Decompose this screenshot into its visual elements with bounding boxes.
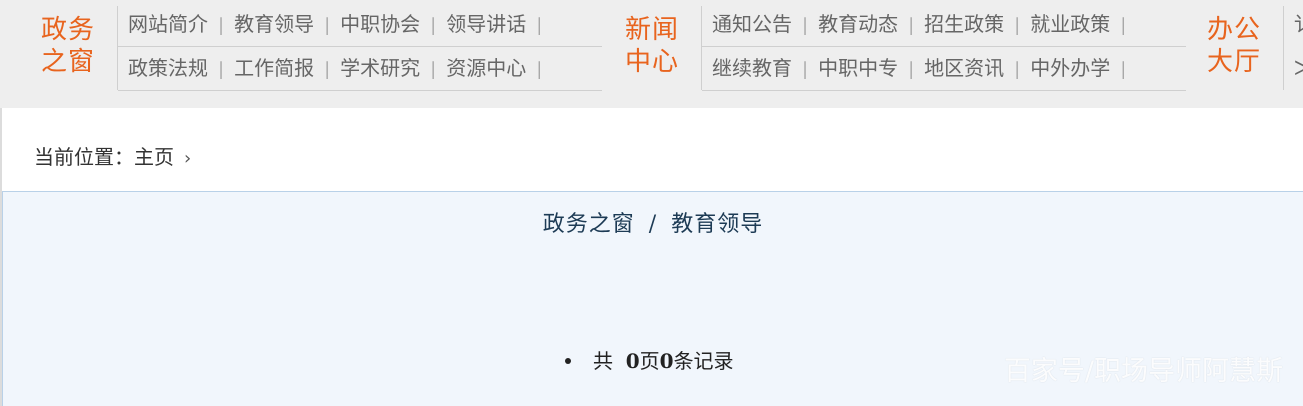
- pager-prefix: 共: [593, 349, 613, 373]
- nav-separator: |: [1120, 15, 1127, 36]
- chevron-right-icon: ›: [184, 148, 192, 169]
- pager-record-count: 0: [659, 349, 674, 373]
- nav-link-xueshu-yanjiu[interactable]: 学术研究: [330, 50, 430, 86]
- breadcrumb: 当前位置：主页 ›: [34, 142, 191, 174]
- nav-link-tongzhi-gonggao[interactable]: 通知公告: [702, 6, 802, 42]
- section-title-current: 教育领导: [671, 212, 764, 237]
- section-title-parent[interactable]: 政务之窗: [543, 212, 635, 237]
- nav-link-truncated[interactable]: 讠: [1284, 6, 1303, 42]
- nav-separator: |: [1120, 59, 1127, 80]
- bullet-icon: [565, 358, 571, 364]
- pager-records-unit: 条记录: [673, 349, 734, 373]
- nav-group-links-bangong: 讠 ᐳ: [1283, 6, 1303, 90]
- nav-group-links-zhengwu: 网站简介 | 教育领导 | 中职协会 | 领导讲话 | 政策法规 | 工作简报 | 学术研究 | 资源中心…: [117, 6, 604, 91]
- nav-group-title-line2: 中心: [624, 47, 679, 77]
- nav-group-title-line2: 之窗: [40, 47, 95, 77]
- top-navigation: 政务 之窗 网站简介 | 教育领导 | 中职协会 | 领导讲话 | 政策法规 | 工作简报 | 学术研…: [0, 0, 1303, 108]
- nav-row: ᐳ: [1284, 50, 1303, 90]
- nav-group-title-line1: 办公: [1206, 15, 1261, 45]
- nav-group-title-line2: 大厅: [1206, 47, 1261, 77]
- nav-row: 继续教育 | 中职中专 | 地区资讯 | 中外办学 |: [702, 50, 1186, 91]
- nav-group-title-line1: 新闻: [624, 15, 679, 45]
- nav-row: 网站简介 | 教育领导 | 中职协会 | 领导讲话 |: [118, 6, 602, 47]
- nav-link-zhaosheng-zhengce[interactable]: 招生政策: [914, 6, 1014, 42]
- nav-group-title-line1: 政务: [40, 15, 95, 45]
- nav-link-lingdao-jianghua[interactable]: 领导讲话: [436, 6, 536, 42]
- breadcrumb-home-link[interactable]: 主页: [134, 145, 174, 169]
- nav-row: 讠: [1284, 6, 1303, 46]
- nav-group-title-bangong[interactable]: 办公 大厅: [1202, 14, 1266, 78]
- nav-link-truncated[interactable]: ᐳ: [1284, 50, 1303, 86]
- section-title-slash: /: [648, 212, 658, 237]
- nav-link-jiaoyu-dongtai[interactable]: 教育动态: [808, 6, 908, 42]
- watermark: 百家号/职场导师阿慧斯: [1003, 356, 1283, 387]
- nav-separator: |: [536, 15, 543, 36]
- breadcrumb-label: 当前位置：: [34, 145, 134, 169]
- section-title: 政务之窗 / 教育领导: [3, 206, 1303, 238]
- nav-group-title-xinwen[interactable]: 新闻 中心: [620, 14, 684, 78]
- pager-pages-unit: 页: [639, 349, 660, 373]
- nav-link-jixu-jiaoyu[interactable]: 继续教育: [702, 50, 802, 86]
- nav-link-zhongzhi-xiehui[interactable]: 中职协会: [330, 6, 430, 42]
- pager-page-count: 0: [625, 349, 640, 373]
- content-panel: 政务之窗 / 教育领导 共 0页0条记录 百家号/职场导师阿慧斯: [2, 191, 1303, 406]
- nav-link-jiaoyu-lingdao[interactable]: 教育领导: [224, 6, 324, 42]
- nav-link-zhengce-fagui[interactable]: 政策法规: [118, 50, 218, 86]
- pagination-summary: 共 0页0条记录: [565, 347, 734, 375]
- nav-link-wangzhan-jianjie[interactable]: 网站简介: [118, 6, 218, 42]
- nav-link-gongzuo-jianbao[interactable]: 工作简报: [224, 50, 324, 86]
- nav-separator: |: [536, 59, 543, 80]
- page: 政务 之窗 网站简介 | 教育领导 | 中职协会 | 领导讲话 | 政策法规 | 工作简报 | 学术研…: [0, 0, 1303, 406]
- nav-group-title-zhengwu[interactable]: 政务 之窗: [36, 14, 100, 78]
- nav-link-zhongzhi-zhongzhuan[interactable]: 中职中专: [808, 50, 908, 86]
- nav-link-diqu-zixun[interactable]: 地区资讯: [914, 50, 1014, 86]
- nav-link-jiuye-zhengce[interactable]: 就业政策: [1020, 6, 1120, 42]
- nav-row: 政策法规 | 工作简报 | 学术研究 | 资源中心 |: [118, 50, 602, 91]
- nav-link-ziyuan-zhongxin[interactable]: 资源中心: [436, 50, 536, 86]
- nav-row: 通知公告 | 教育动态 | 招生政策 | 就业政策 |: [702, 6, 1186, 47]
- nav-group-links-xinwen: 通知公告 | 教育动态 | 招生政策 | 就业政策 | 继续教育 | 中职中专 | 地区资讯 | 中外办学…: [701, 6, 1188, 91]
- nav-link-zhongwai-banxue[interactable]: 中外办学: [1020, 50, 1120, 86]
